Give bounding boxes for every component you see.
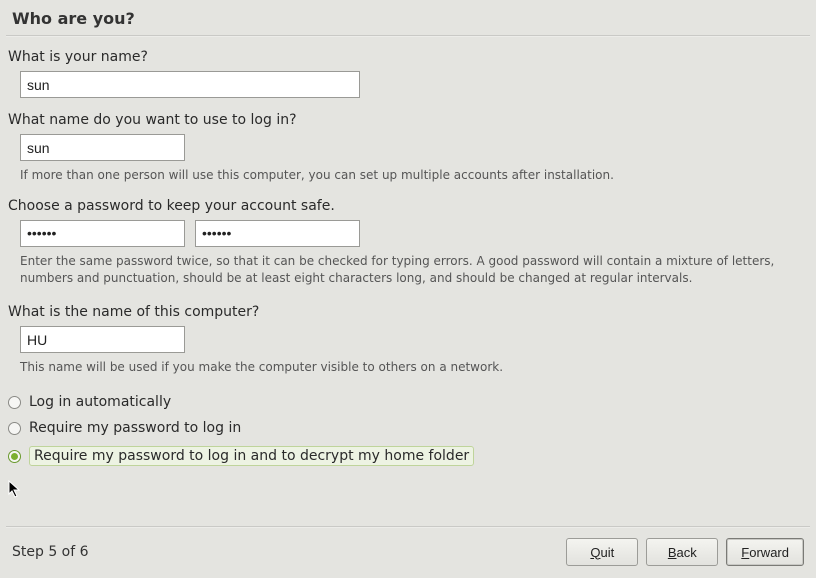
radio-icon: [8, 450, 21, 463]
name-input[interactable]: [20, 71, 360, 98]
password-hint: Enter the same password twice, so that i…: [20, 253, 780, 287]
radio-label-encrypt: Require my password to log in and to dec…: [29, 446, 474, 466]
password-input[interactable]: [20, 220, 185, 247]
radio-require-encrypt[interactable]: Require my password to log in and to dec…: [8, 446, 808, 466]
computer-label: What is the name of this computer?: [8, 304, 808, 320]
computer-input[interactable]: [20, 326, 185, 353]
radio-icon: [8, 396, 21, 409]
computer-group: What is the name of this computer? This …: [8, 304, 808, 376]
password-confirm-input[interactable]: [195, 220, 360, 247]
login-options-group: Log in automatically Require my password…: [8, 394, 808, 466]
footer: Step 5 of 6 Quit Back Forward: [0, 528, 816, 578]
radio-require-password[interactable]: Require my password to log in: [8, 420, 808, 436]
radio-login-auto[interactable]: Log in automatically: [8, 394, 808, 410]
computer-hint: This name will be used if you make the c…: [20, 359, 780, 376]
username-group: What name do you want to use to log in? …: [8, 112, 808, 184]
radio-icon: [8, 422, 21, 435]
back-button[interactable]: Back: [646, 538, 718, 566]
step-indicator: Step 5 of 6: [12, 544, 89, 560]
radio-label-require: Require my password to log in: [29, 420, 241, 436]
password-group: Choose a password to keep your account s…: [8, 198, 808, 287]
username-input[interactable]: [20, 134, 185, 161]
quit-button[interactable]: Quit: [566, 538, 638, 566]
name-label: What is your name?: [8, 49, 808, 65]
content-area: What is your name? What name do you want…: [0, 37, 816, 526]
page-title: Who are you?: [12, 9, 804, 28]
forward-button[interactable]: Forward: [726, 538, 804, 566]
password-label: Choose a password to keep your account s…: [8, 198, 808, 214]
name-group: What is your name?: [8, 49, 808, 98]
username-hint: If more than one person will use this co…: [20, 167, 780, 184]
username-label: What name do you want to use to log in?: [8, 112, 808, 128]
page-header: Who are you?: [0, 0, 816, 35]
radio-label-auto: Log in automatically: [29, 394, 171, 410]
